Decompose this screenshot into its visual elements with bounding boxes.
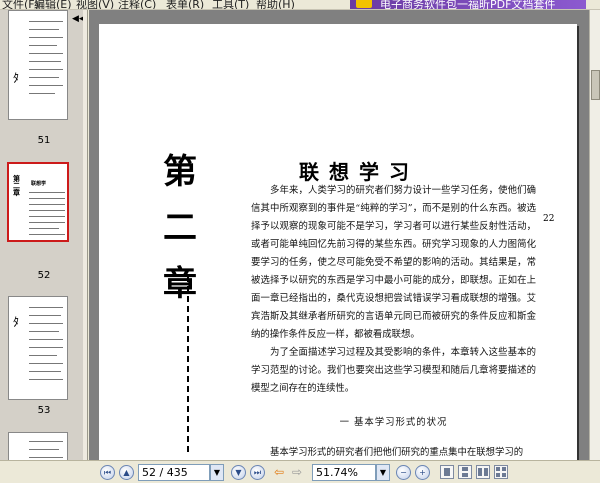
thumbnail-page-52[interactable]: 第二章 联想学 xyxy=(7,162,69,242)
menu-comment[interactable]: 注释(C) xyxy=(118,0,156,9)
body-text: 多年来，人类学习的研究者们努力设计一些学习任务，使他们确信其中所观察到的事件是“… xyxy=(251,182,536,460)
chevron-down-icon[interactable]: ▼ xyxy=(376,464,390,481)
back-arrow-icon[interactable]: ⇦ xyxy=(274,466,284,478)
thumb-heading: 联想学 xyxy=(31,181,47,187)
paragraph: 基本学习形式的研究者们把他们研究的重点集中在联想学习的 xyxy=(270,447,524,458)
thumbnail-label-52: 52 xyxy=(37,270,51,281)
thumbnail-page-51[interactable]: ﾀ xyxy=(8,10,68,120)
thumbnail-label-51: 51 xyxy=(37,135,51,146)
thumb-chapter-label: 第二章 xyxy=(13,175,20,197)
paragraph: 多年来，人类学习的研究者们努力设计一些学习任务，使他们确信其中所观察到的事件是“… xyxy=(251,185,536,340)
margin-page-number: 22 xyxy=(543,214,555,224)
continuous-facing-icon[interactable] xyxy=(494,465,508,479)
menu-edit[interactable]: 编辑(E) xyxy=(34,0,72,9)
chevron-down-icon[interactable]: ▼ xyxy=(210,464,224,481)
chapter-char: 二 xyxy=(163,208,197,248)
zoom-input[interactable]: 51.74% xyxy=(312,464,376,481)
thumbnail-page-54[interactable] xyxy=(8,432,68,460)
figure-icon: ﾀ xyxy=(13,71,20,85)
navigation-bar: ⏮ ▲ 52 / 435 ▼ ▼ ⏭ ⇦ ⇨ 51.74% ▼ − + xyxy=(0,460,600,483)
scrollbar-thumb[interactable] xyxy=(591,70,600,100)
chapter-char: 第 xyxy=(163,152,197,192)
pdf-page: 第 二 章 联想学习 22 多年来，人类学习的研究者们努力设计一些学习任务，使他… xyxy=(99,24,577,460)
thumbnail-panel: ◀◀ ﾀ 51 第二章 联想学 52 ﾀ 53 xyxy=(0,10,88,460)
section-heading: 一 基本学习形式的状况 xyxy=(339,417,448,428)
zoom-in-icon[interactable]: + xyxy=(415,465,430,480)
thumbnail-scrollbar[interactable] xyxy=(83,10,87,460)
previous-page-icon[interactable]: ▲ xyxy=(119,465,134,480)
vertical-scrollbar[interactable] xyxy=(589,10,600,460)
zoom-out-icon[interactable]: − xyxy=(396,465,411,480)
banner-text: 电子商务软件包一福昕PDF文档套件 xyxy=(380,0,556,10)
continuous-icon[interactable] xyxy=(458,465,472,479)
figure-icon: ﾀ xyxy=(13,315,20,329)
forward-arrow-icon[interactable]: ⇨ xyxy=(292,466,302,478)
first-page-icon[interactable]: ⏮ xyxy=(100,465,115,480)
menu-view[interactable]: 视图(V) xyxy=(76,0,114,9)
paragraph: 为了全面描述学习过程及其受影响的条件，本章转入这些基本的学习范型的讨论。我们也要… xyxy=(251,347,536,394)
menu-bar: 文件(F) 编辑(E) 视图(V) 注释(C) 表单(R) 工具(T) 帮助(H… xyxy=(0,0,600,10)
page-title: 联想学习 xyxy=(299,160,419,184)
last-page-icon[interactable]: ⏭ xyxy=(250,465,265,480)
chapter-char: 章 xyxy=(163,264,197,304)
page-number-input[interactable]: 52 / 435 xyxy=(138,464,210,481)
facing-icon[interactable] xyxy=(476,465,490,479)
menu-form[interactable]: 表单(R) xyxy=(166,0,204,9)
chapter-dashed-rule xyxy=(187,276,189,452)
document-view[interactable]: 第 二 章 联想学习 22 多年来，人类学习的研究者们努力设计一些学习任务，使他… xyxy=(89,10,600,460)
single-page-icon[interactable] xyxy=(440,465,454,479)
menu-tools[interactable]: 工具(T) xyxy=(212,0,249,9)
pdf-reader-window: 文件(F) 编辑(E) 视图(V) 注释(C) 表单(R) 工具(T) 帮助(H… xyxy=(0,0,600,483)
menu-help[interactable]: 帮助(H) xyxy=(256,0,295,9)
next-page-icon[interactable]: ▼ xyxy=(231,465,246,480)
chapter-heading: 第 二 章 xyxy=(163,144,197,312)
thumbnail-page-53[interactable]: ﾀ xyxy=(8,296,68,400)
thumbnail-label-53: 53 xyxy=(37,405,51,416)
promo-banner[interactable]: 电子商务软件包一福昕PDF文档套件 xyxy=(350,0,586,10)
banner-logo-icon xyxy=(356,0,372,8)
